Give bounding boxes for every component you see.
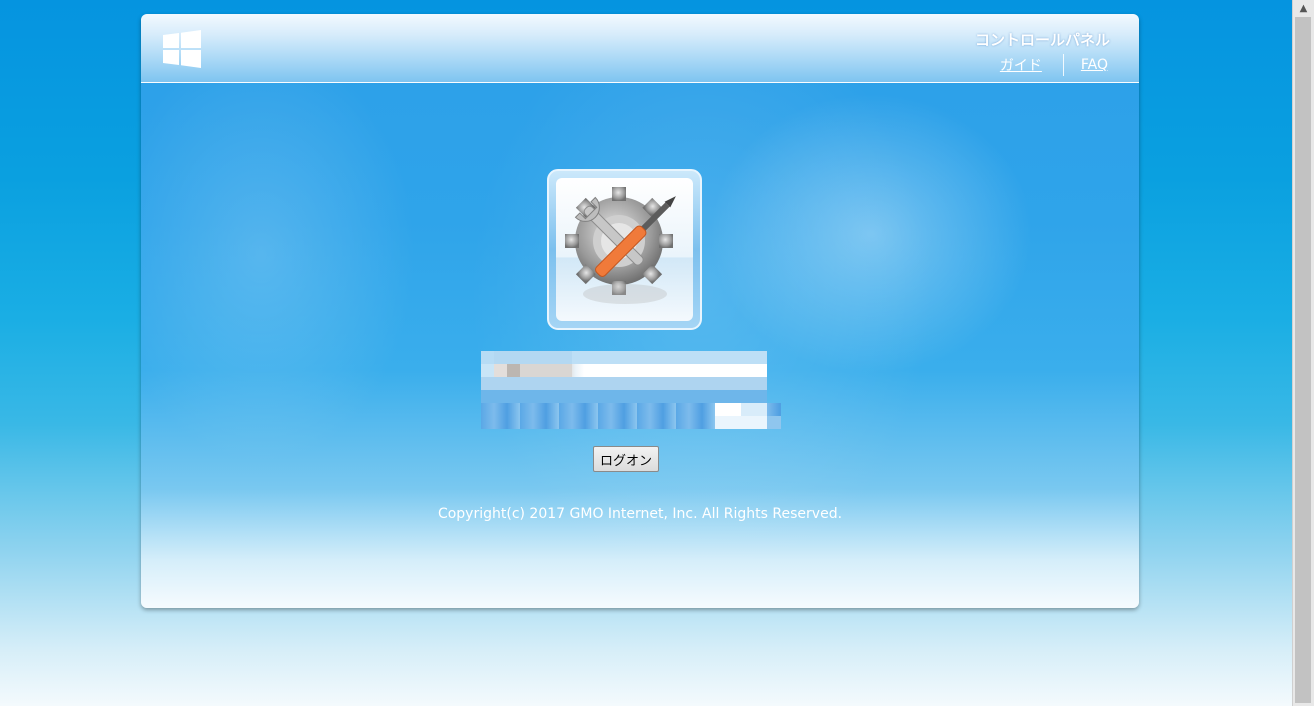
logon-button[interactable]: ログオン (593, 446, 659, 472)
windows-logo-icon (163, 30, 201, 68)
guide-link[interactable]: ガイド (1000, 55, 1042, 75)
page-title: コントロールパネル (974, 31, 1110, 49)
username-input[interactable] (481, 351, 767, 377)
panel-header: コントロールパネル ガイド FAQ (141, 14, 1139, 83)
link-divider (1062, 54, 1064, 76)
gear-wrench-tools-icon (547, 169, 702, 330)
vertical-scrollbar[interactable]: ▲ (1292, 0, 1314, 706)
login-panel: コントロールパネル ガイド FAQ ログオン Copyright(c) 2017… (141, 14, 1139, 608)
copyright-text: Copyright(c) 2017 GMO Internet, Inc. All… (437, 506, 843, 522)
faq-link[interactable]: FAQ (1081, 57, 1108, 73)
scrollbar-thumb[interactable] (1295, 17, 1311, 703)
scroll-up-arrow-icon[interactable]: ▲ (1293, 0, 1314, 17)
password-input[interactable] (481, 403, 781, 429)
header-links: ガイド FAQ (1000, 54, 1108, 76)
